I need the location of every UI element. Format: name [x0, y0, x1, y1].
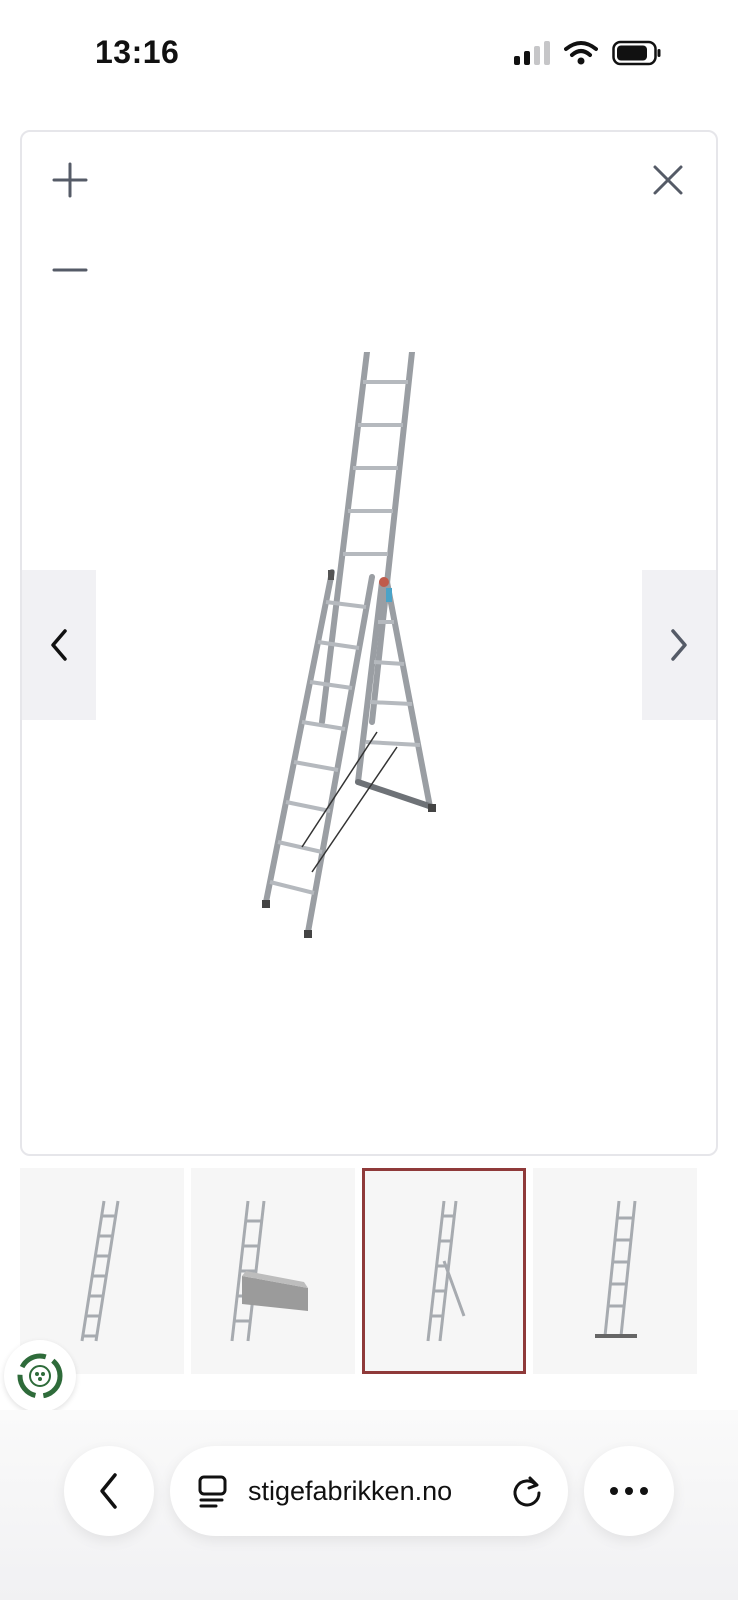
- wifi-icon: [564, 41, 598, 65]
- close-icon: [653, 165, 683, 195]
- more-icon: [610, 1487, 648, 1495]
- thumbnail-2[interactable]: [191, 1168, 355, 1374]
- product-image-ladder: [262, 352, 436, 938]
- thumbnail-ladder-a-frame-image: [426, 1200, 466, 1342]
- zoom-out-icon: [52, 268, 88, 272]
- previous-image-button[interactable]: [22, 570, 96, 720]
- thumbnail-ladder-box-image: [230, 1200, 308, 1342]
- tabs-icon: [198, 1475, 227, 1508]
- status-bar: 13:16: [0, 0, 738, 110]
- cellular-signal-icon: [514, 41, 550, 65]
- zoom-out-button[interactable]: [50, 250, 90, 295]
- battery-icon: [612, 40, 661, 66]
- chevron-left-icon: [51, 629, 67, 661]
- next-image-button[interactable]: [642, 570, 716, 720]
- thumbnail-ladder-straight-image: [595, 1200, 637, 1338]
- thumbnail-4[interactable]: [533, 1168, 697, 1374]
- thumbnail-3-selected[interactable]: [362, 1168, 526, 1374]
- status-time: 13:16: [95, 34, 180, 70]
- reload-icon[interactable]: [510, 1474, 544, 1508]
- back-icon: [100, 1473, 117, 1509]
- back-button[interactable]: [64, 1446, 154, 1536]
- status-icons: [514, 40, 662, 66]
- zoom-in-button[interactable]: [50, 160, 90, 205]
- thumbnail-strip: [20, 1168, 718, 1374]
- more-options-button[interactable]: [584, 1446, 674, 1536]
- close-button[interactable]: [648, 160, 688, 205]
- eco-recycle-icon: [17, 1353, 63, 1399]
- chevron-right-icon: [671, 629, 687, 661]
- url-text: stigefabrikken.no: [248, 1475, 453, 1506]
- thumbnail-ladder-image: [80, 1200, 120, 1342]
- eco-badge[interactable]: [4, 1340, 76, 1412]
- zoom-in-icon: [52, 162, 88, 198]
- image-viewer: [20, 130, 718, 1156]
- address-bar[interactable]: stigefabrikken.no: [170, 1446, 568, 1536]
